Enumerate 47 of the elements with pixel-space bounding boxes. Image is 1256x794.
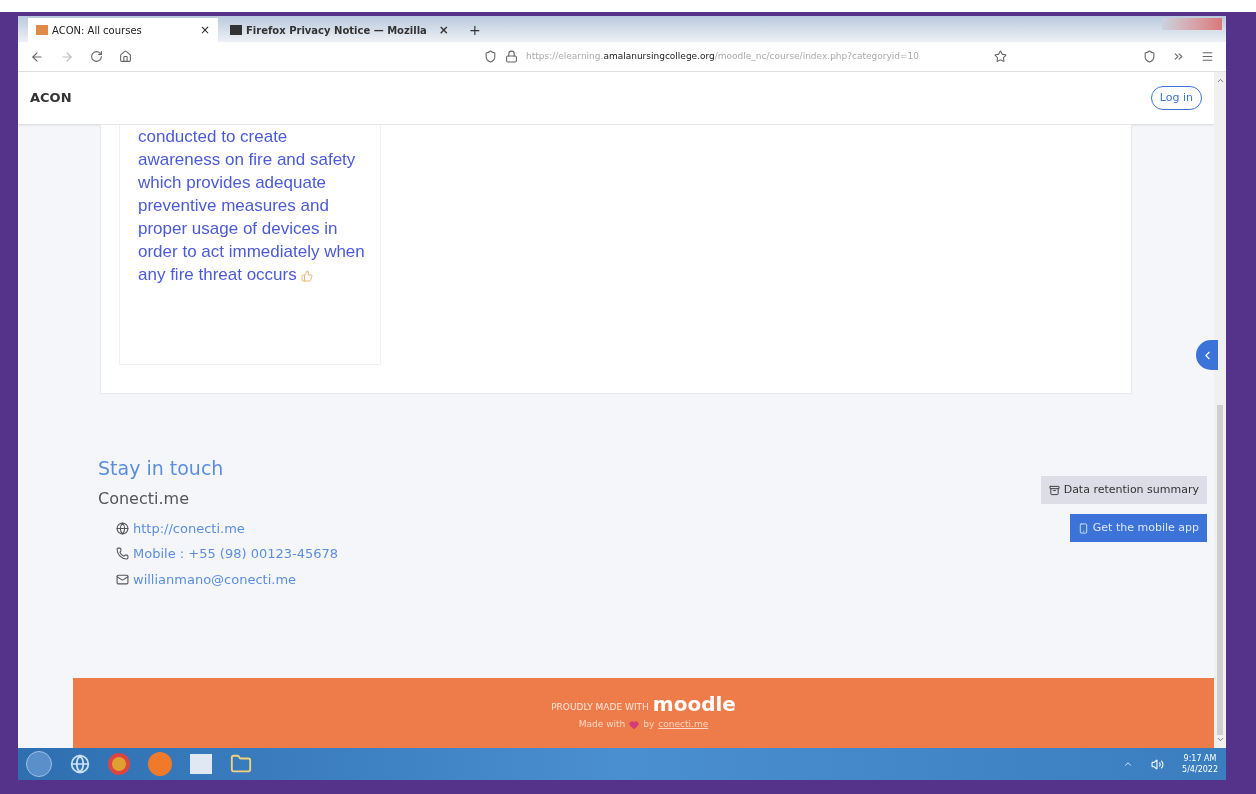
email-icon [116, 572, 129, 586]
speaker-icon[interactable] [1151, 757, 1165, 771]
new-tab-button[interactable]: + [460, 18, 489, 42]
menu-icon[interactable] [1201, 50, 1214, 63]
contact-link[interactable]: Mobile : +55 (98) 00123-45678 [133, 544, 339, 564]
scroll-up-icon[interactable] [1215, 76, 1225, 85]
scroll-down-icon[interactable] [1215, 735, 1225, 744]
contact-link[interactable]: willianmano@conecti.me [133, 569, 297, 589]
tab-title: Firefox Privacy Notice — Mozilla [246, 23, 427, 38]
shield-icon[interactable] [484, 50, 497, 63]
bookmark-star-icon[interactable] [994, 50, 1007, 63]
mobile-app-button[interactable]: Get the mobile app [1069, 514, 1207, 542]
tab-close-button[interactable]: × [438, 21, 449, 39]
company-name: Conecti.me [98, 487, 190, 510]
url-field[interactable]: https://elearning.amalanursingcollege.org/moodle_nc/course/index.php?categoryid=10 [526, 49, 920, 64]
phone-icon [1077, 522, 1089, 534]
phone-icon [116, 547, 129, 561]
tab-favicon-icon [230, 25, 242, 35]
site-brand[interactable]: ACON [30, 88, 72, 108]
lock-icon [505, 50, 518, 63]
web-icon [116, 521, 129, 535]
tab-title: ACON: All courses [52, 23, 143, 38]
scrollbar-thumb[interactable] [1217, 405, 1223, 735]
footer-tagline: PROUDLY MADE WITH [551, 700, 649, 714]
drawer-toggle-button[interactable] [1196, 340, 1218, 370]
clock-time[interactable]: 9:17 AM [1183, 753, 1217, 764]
tab-close-button[interactable]: × [199, 21, 210, 39]
browser-tab[interactable]: ACON: All courses × [28, 18, 218, 42]
course-description: conducted to create awareness on fire and safety which provides adequate preventive measures and proper usage of devices in order to act immediately when any fire threat occurs [138, 126, 366, 286]
contact-heading: Stay in touch [98, 456, 225, 481]
contact-link[interactable]: http://conecti.me [133, 518, 245, 538]
credit-text: by [643, 718, 655, 732]
archive-icon [1048, 484, 1060, 496]
clock-date[interactable]: 5/4/2022 [1182, 764, 1218, 775]
heart-icon [629, 720, 640, 730]
back-icon[interactable] [30, 49, 44, 64]
folder-icon[interactable] [230, 753, 252, 775]
overflow-icon[interactable] [1172, 50, 1185, 63]
start-button[interactable] [26, 751, 52, 777]
moodle-logo[interactable]: moodle [652, 694, 736, 715]
reload-icon[interactable] [90, 50, 103, 63]
browser-tab[interactable]: Firefox Privacy Notice — Mozilla × [222, 18, 457, 42]
tab-favicon-icon [36, 25, 48, 35]
data-retention-button[interactable]: Data retention summary [1040, 476, 1207, 504]
credit-text: Made with [578, 718, 626, 732]
thumbs-up-icon [300, 269, 313, 282]
home-icon[interactable] [119, 50, 132, 63]
